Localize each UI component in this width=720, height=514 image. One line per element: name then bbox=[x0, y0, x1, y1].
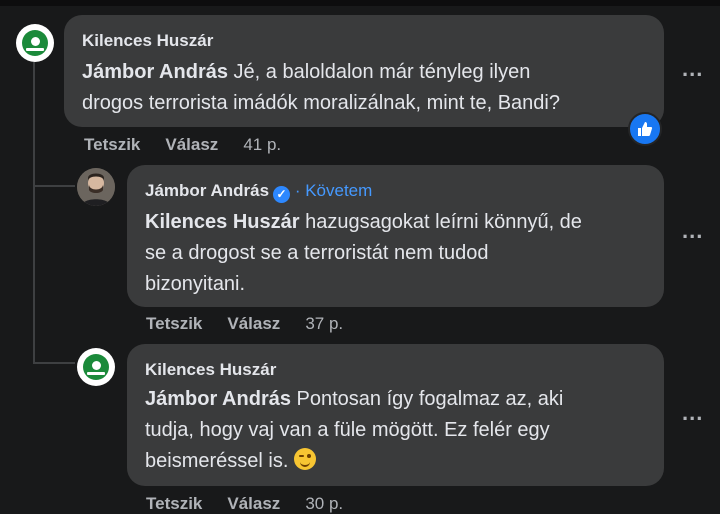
comment-text-line: se a drogost se a terroristát nem tudod bbox=[145, 241, 489, 264]
comment-bubble: Kilences Huszár Jámbor András Pontosan í… bbox=[127, 344, 664, 486]
reply-button[interactable]: Válasz bbox=[165, 135, 218, 155]
kilences-huszar-logo-icon bbox=[83, 354, 109, 380]
thread-line-vertical bbox=[33, 62, 35, 362]
comment-author-row: Jámbor András ✓ · Követem bbox=[145, 181, 646, 203]
mention-link[interactable]: Jámbor András bbox=[145, 388, 291, 410]
avatar[interactable] bbox=[77, 348, 115, 386]
avatar[interactable] bbox=[77, 168, 115, 206]
comment-text-line: drogos terrorista imádók moralizálnak, m… bbox=[82, 92, 560, 114]
follow-button[interactable]: Követem bbox=[305, 181, 372, 200]
verified-badge-icon: ✓ bbox=[273, 185, 291, 203]
thread-line-branch-2 bbox=[33, 362, 75, 364]
more-options-button[interactable]: ... bbox=[682, 218, 703, 244]
comment-text: Kilences Huszár hazugsagokat leírni könn… bbox=[145, 207, 646, 300]
comment-text-line: hazugsagokat leírni könnyű, de bbox=[299, 210, 582, 233]
like-reaction-badge[interactable] bbox=[628, 112, 662, 146]
mention-link[interactable]: Kilences Huszár bbox=[145, 211, 300, 233]
comment-text: Jámbor András Pontosan így fogalmaz az, … bbox=[145, 384, 646, 477]
more-options-button[interactable]: ... bbox=[682, 400, 703, 426]
comment-text-line: Pontosan így fogalmaz az, aki bbox=[290, 388, 564, 410]
reply-button[interactable]: Válasz bbox=[227, 494, 280, 514]
comment-actions: Tetszik Válasz 37 p. bbox=[146, 314, 343, 334]
thread-line-branch-1 bbox=[33, 185, 75, 187]
like-button[interactable]: Tetszik bbox=[84, 135, 140, 155]
comment-text-line: bizonyitani. bbox=[145, 272, 246, 295]
top-edge bbox=[0, 0, 720, 6]
kilences-huszar-logo-icon bbox=[22, 30, 48, 56]
avatar[interactable] bbox=[16, 24, 54, 62]
comment-text: Jámbor András Jé, a baloldalon már tényl… bbox=[82, 57, 646, 119]
profile-photo-icon bbox=[77, 168, 115, 206]
thumbs-up-icon bbox=[638, 122, 653, 136]
comment-timestamp[interactable]: 37 p. bbox=[305, 314, 343, 334]
comment-author[interactable]: Kilences Huszár bbox=[82, 31, 646, 51]
comment-timestamp[interactable]: 41 p. bbox=[243, 135, 281, 155]
reply-button[interactable]: Válasz bbox=[227, 314, 280, 334]
comment-text-line: Jé, a baloldalon már tényleg ilyen bbox=[227, 61, 531, 83]
comment-author[interactable]: Kilences Huszár bbox=[145, 360, 646, 380]
follow-separator: · bbox=[294, 181, 306, 200]
mention-link[interactable]: Jámbor András bbox=[82, 61, 228, 83]
comment-text-line: beismeréssel is. bbox=[145, 450, 289, 472]
comment-author[interactable]: Jámbor András bbox=[145, 181, 269, 200]
like-button[interactable]: Tetszik bbox=[146, 494, 202, 514]
more-options-button[interactable]: ... bbox=[682, 56, 703, 82]
comment-bubble: Jámbor András ✓ · Követem Kilences Huszár… bbox=[127, 165, 664, 307]
comment-timestamp[interactable]: 30 p. bbox=[305, 494, 343, 514]
like-button[interactable]: Tetszik bbox=[146, 314, 202, 334]
comment-actions: Tetszik Válasz 41 p. bbox=[84, 135, 281, 155]
comment-text-line: tudja, hogy vaj van a füle mögött. Ez fe… bbox=[145, 419, 550, 441]
comment-actions: Tetszik Válasz 30 p. bbox=[146, 494, 343, 514]
comment-bubble: Kilences Huszár Jámbor András Jé, a balo… bbox=[64, 15, 664, 127]
wink-emoji-icon bbox=[294, 448, 317, 470]
